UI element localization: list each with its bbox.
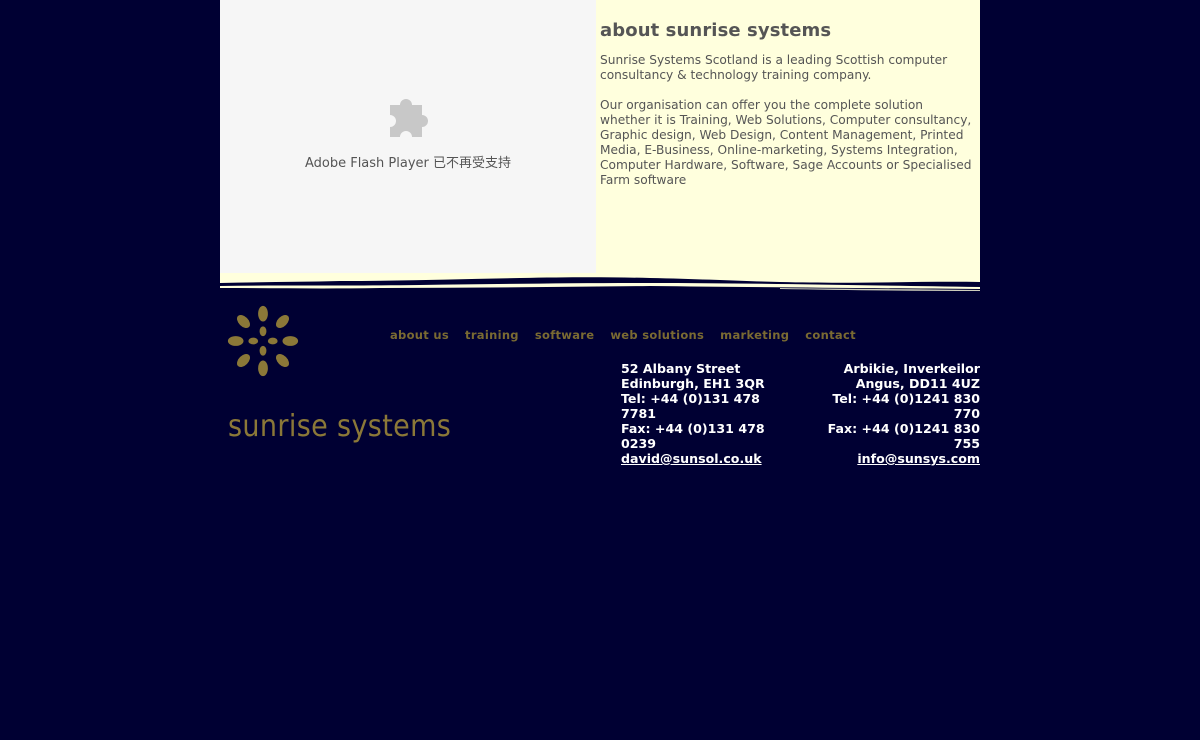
edinburgh-address: 52 Albany Street Edinburgh, EH1 3QR Tel:… [621, 361, 799, 466]
page: Adobe Flash Player 已不再受支持 about sunrise … [0, 0, 1200, 740]
logo-wordmark[interactable]: sunrise systems [228, 409, 451, 444]
about-paragraph-2: Our organisation can offer you the compl… [600, 98, 972, 187]
edinburgh-street: 52 Albany Street [621, 361, 741, 376]
about-title: about sunrise systems [600, 20, 832, 41]
angus-tel: Tel: +44 (0)1241 830 770 [832, 391, 980, 421]
about-paragraph-1: Sunrise Systems Scotland is a leading Sc… [600, 53, 948, 82]
main-navigation: about us training software web solutions… [390, 328, 872, 342]
nav-training[interactable]: training [465, 328, 519, 342]
puzzle-piece-icon [390, 99, 428, 137]
edinburgh-fax: Fax: +44 (0)131 478 0239 [621, 421, 765, 451]
edinburgh-city: Edinburgh, EH1 3QR [621, 376, 765, 391]
sun-logo-icon[interactable] [224, 302, 302, 380]
flash-placeholder[interactable]: Adobe Flash Player 已不再受支持 [220, 0, 596, 273]
angus-address: Arbikie, Inverkeilor Angus, DD11 4UZ Tel… [802, 361, 980, 466]
angus-city: Angus, DD11 4UZ [855, 376, 980, 391]
footer-section: sunrise systems about us training softwa… [220, 293, 980, 466]
edinburgh-email-link[interactable]: david@sunsol.co.uk [621, 451, 762, 466]
nav-web-solutions[interactable]: web solutions [610, 328, 704, 342]
angus-street: Arbikie, Inverkeilor [843, 361, 980, 376]
site-wrapper: Adobe Flash Player 已不再受支持 about sunrise … [220, 0, 980, 466]
top-section: Adobe Flash Player 已不再受支持 about sunrise … [220, 0, 980, 273]
nav-contact[interactable]: contact [805, 328, 856, 342]
nav-about-us[interactable]: about us [390, 328, 449, 342]
angus-email-link[interactable]: info@sunsys.com [857, 451, 980, 466]
about-panel: about sunrise systems Sunrise Systems Sc… [596, 0, 980, 273]
nav-marketing[interactable]: marketing [720, 328, 789, 342]
edinburgh-tel: Tel: +44 (0)131 478 7781 [621, 391, 760, 421]
brush-stroke-divider [220, 273, 980, 293]
flash-unsupported-message: Adobe Flash Player 已不再受支持 [304, 156, 512, 171]
nav-software[interactable]: software [535, 328, 595, 342]
angus-fax: Fax: +44 (0)1241 830 755 [827, 421, 980, 451]
